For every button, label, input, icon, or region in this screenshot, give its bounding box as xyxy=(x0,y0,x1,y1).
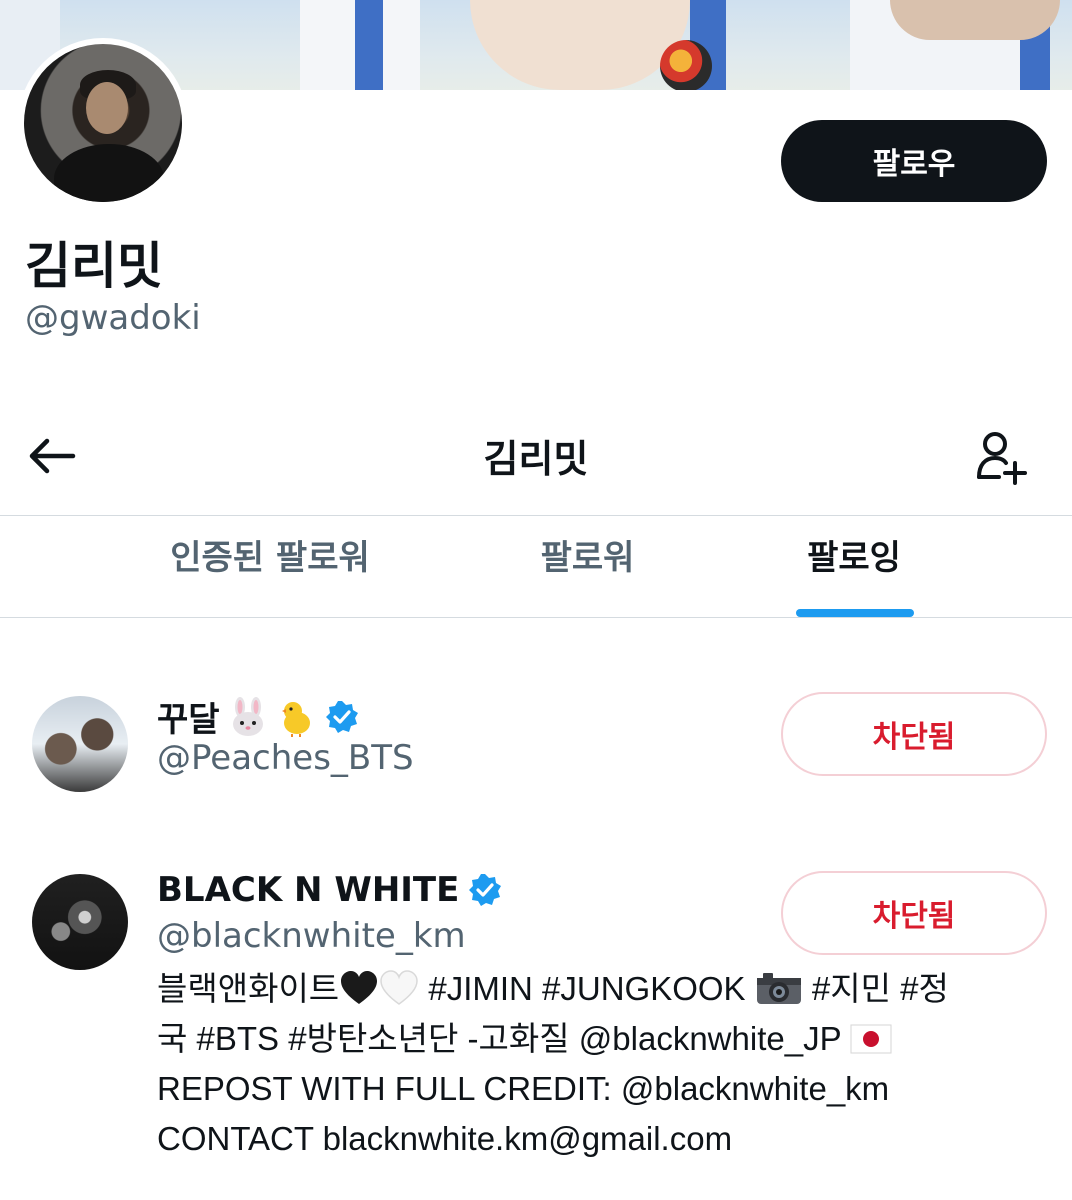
bio-text: 국 #BTS #방탄소년단 -고화질 @blacknwhite_JP xyxy=(157,1020,851,1057)
blocked-button[interactable]: 차단됨 xyxy=(781,692,1047,776)
white-heart-icon xyxy=(379,970,419,1006)
avatar[interactable] xyxy=(32,696,128,792)
account-name-text: 꾸달 xyxy=(157,700,220,740)
divider xyxy=(0,617,1072,618)
divider xyxy=(0,515,1072,516)
camera-icon xyxy=(755,970,803,1006)
rabbit-face-icon xyxy=(228,696,268,737)
baby-chick-icon xyxy=(276,697,316,737)
account-name-text: BLACK N WHITE xyxy=(157,870,460,910)
account-handle: @Peaches_BTS xyxy=(157,738,414,778)
verified-badge-icon xyxy=(467,872,503,908)
japan-flag-icon xyxy=(850,1018,892,1054)
tab-followers[interactable]: 팔로워 xyxy=(480,530,695,586)
tab-following[interactable]: 팔로잉 xyxy=(766,530,942,586)
bio-text: #JIMIN #JUNGKOOK xyxy=(419,970,755,1007)
bio-text: REPOST WITH FULL CREDIT: @blacknwhite_km xyxy=(157,1070,890,1107)
black-heart-icon xyxy=(339,970,379,1006)
nav-title: 김리밋 xyxy=(483,437,589,481)
account-name[interactable]: BLACK N WHITE xyxy=(157,870,503,910)
profile-handle: @gwadoki xyxy=(25,298,201,338)
bio-text: 블랙앤화이트 xyxy=(157,970,340,1007)
profile-avatar[interactable] xyxy=(18,38,188,208)
avatar[interactable] xyxy=(32,874,128,970)
account-handle: @blacknwhite_km xyxy=(157,916,466,956)
active-tab-indicator xyxy=(796,609,914,617)
tab-verified-followers[interactable]: 인증된 팔로워 xyxy=(120,530,420,586)
follow-button[interactable]: 팔로우 xyxy=(781,120,1047,202)
bio-text: CONTACT blacknwhite.km@gmail.com xyxy=(157,1120,733,1157)
verified-badge-icon xyxy=(324,699,360,735)
profile-display-name: 김리밋 xyxy=(25,237,163,295)
bio-text: #지민 #정 xyxy=(802,970,949,1007)
add-user-icon[interactable] xyxy=(968,424,1034,490)
account-name[interactable]: 꾸달 xyxy=(157,692,360,741)
account-bio: 블랙앤화이트 #JIMIN #JUNGKOOK #지민 #정 국 #BTS #방… xyxy=(157,964,1057,1164)
blocked-button[interactable]: 차단됨 xyxy=(781,871,1047,955)
